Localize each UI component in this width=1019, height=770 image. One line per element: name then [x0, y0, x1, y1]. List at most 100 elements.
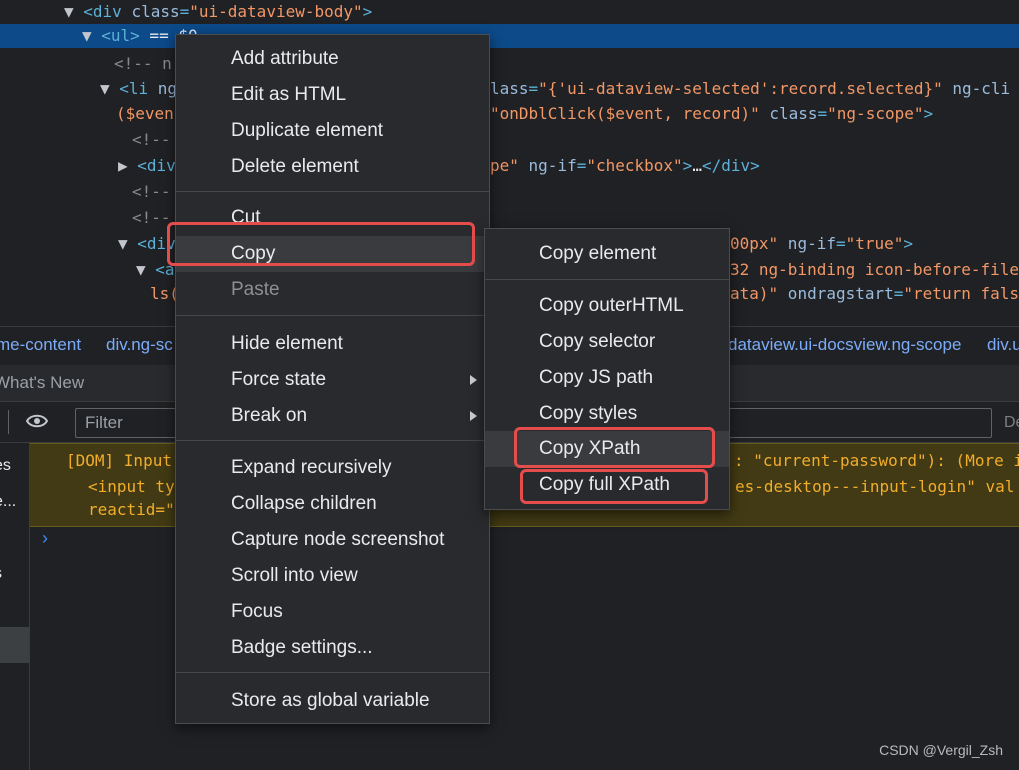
dom-token: <!-- n [114, 54, 172, 73]
menu-separator [176, 191, 489, 192]
menu-item-force-state[interactable]: Force state [176, 362, 489, 398]
watermark: CSDN @Vergil_Zsh [879, 742, 1003, 758]
menu-item-label: Capture node screenshot [231, 529, 445, 550]
menu-item-edit-as-html[interactable]: Edit as HTML [176, 77, 489, 113]
menu-item-delete-element[interactable]: Delete element [176, 149, 489, 185]
dom-line-text: 32 ng-binding icon-before-file [730, 258, 1019, 282]
dom-token: <li [119, 79, 158, 98]
dom-token: ▼ [64, 2, 84, 21]
menu-item-collapse-children[interactable]: Collapse children [176, 486, 489, 522]
menu-item-paste[interactable]: Paste [176, 272, 489, 308]
dom-token: pe" [490, 156, 519, 175]
menu-item-cut[interactable]: Cut [176, 200, 489, 236]
dom-line-text: ($even [116, 102, 174, 126]
menu-item-add-attribute[interactable]: Add attribute [176, 41, 489, 77]
dom-token: <ul> [101, 26, 140, 45]
dom-token: ($even [116, 104, 174, 123]
dom-token: 00px" [730, 234, 779, 253]
dom-token: ▶ [118, 156, 138, 175]
menu-item-capture-node-screenshot[interactable]: Capture node screenshot [176, 522, 489, 558]
menu-item-copy-element[interactable]: Copy element [485, 236, 729, 272]
dom-line[interactable]: <!-- n [0, 52, 1019, 76]
dom-token: ▼ [82, 26, 102, 45]
menu-item-label: Copy JS path [539, 367, 654, 388]
dom-line-text: ▼ <li ng [100, 77, 177, 101]
menu-item-focus[interactable]: Focus [176, 594, 489, 630]
menu-item-copy[interactable]: Copy [176, 236, 489, 272]
dom-line-text: <!-- [132, 128, 171, 152]
warning-text: es-desktop---input-login" val [735, 477, 1015, 496]
menu-item-label: Copy selector [539, 331, 656, 352]
menu-item-label: Copy full XPath [539, 474, 670, 495]
menu-item-copy-js-path[interactable]: Copy JS path [485, 360, 729, 396]
menu-item-expand-recursively[interactable]: Expand recursively [176, 450, 489, 486]
dom-line-text: <!-- [132, 180, 171, 204]
menu-item-copy-styles[interactable]: Copy styles [485, 396, 729, 432]
menu-item-copy-full-xpath[interactable]: Copy full XPath [485, 467, 729, 503]
dom-token: <div [137, 156, 176, 175]
dom-token: ▼ [136, 260, 156, 279]
toolbar-divider [8, 410, 9, 434]
dom-line[interactable]: ▼ <li ng lass="{'ui-dataview-selected':r… [0, 77, 1019, 101]
dom-token: <div [137, 234, 176, 253]
dom-token: = [893, 284, 904, 303]
menu-item-store-as-global-variable[interactable]: Store as global variable [176, 683, 489, 719]
sidebar-item[interactable]: e... [0, 493, 16, 511]
dom-token: = [817, 104, 828, 123]
menu-item-break-on[interactable]: Break on [176, 398, 489, 434]
dom-token: ng-cli [942, 79, 1011, 98]
dom-line-text: <!-- n [114, 52, 172, 76]
menu-item-copy-xpath[interactable]: Copy XPath [485, 431, 729, 467]
menu-item-label: Cut [231, 207, 261, 228]
breadcrumb-item[interactable]: dataview.ui-docsview.ng-scope [728, 335, 961, 355]
dom-line-text: "onDblClick($event, record)" class="ng-s… [490, 102, 933, 126]
breadcrumb-item[interactable]: div.ng-sc [106, 335, 173, 355]
dom-token: > [362, 2, 373, 21]
breadcrumb-item[interactable]: div.u [987, 335, 1019, 355]
menu-separator [176, 315, 489, 316]
console-prompt-icon[interactable]: › [42, 528, 48, 549]
menu-item-copy-selector[interactable]: Copy selector [485, 324, 729, 360]
sidebar-item[interactable]: es [0, 457, 11, 475]
menu-item-label: Add attribute [231, 48, 339, 69]
dom-token: ng-if [778, 234, 836, 253]
dom-token: class [131, 2, 180, 21]
dom-line[interactable]: ($even "onDblClick($event, record)" clas… [0, 102, 1019, 126]
dom-line[interactable]: <!-- [0, 128, 1019, 152]
sidebar-item-active[interactable] [0, 627, 29, 663]
menu-item-label: Scroll into view [231, 565, 358, 586]
dom-token: <div [83, 2, 132, 21]
dom-token: = [576, 156, 587, 175]
warning-text: : "current-password"): (More i [734, 451, 1019, 470]
menu-item-label: Force state [231, 369, 327, 390]
menu-item-copy-outerhtml[interactable]: Copy outerHTML [485, 288, 729, 324]
dom-line[interactable]: <!-- [0, 206, 1019, 230]
dom-line-text: ▼ <div [118, 232, 176, 256]
menu-item-duplicate-element[interactable]: Duplicate element [176, 113, 489, 149]
eye-icon[interactable] [26, 414, 48, 428]
dom-line-text: lass="{'ui-dataview-selected':record.sel… [490, 77, 1010, 101]
dom-line[interactable]: <!-- [0, 180, 1019, 204]
dom-line-text: ▼ <a [136, 258, 175, 282]
dom-token: = [528, 79, 539, 98]
menu-item-label: Break on [231, 405, 308, 426]
dom-line-selected[interactable]: ▼ <ul> == $0 [0, 24, 1019, 48]
context-menu: Add attribute Edit as HTML Duplicate ele… [175, 34, 490, 724]
dom-token: > [903, 234, 914, 253]
dom-token: ata)" [730, 284, 779, 303]
log-levels-dropdown[interactable]: De [1004, 414, 1019, 432]
menu-item-badge-settings[interactable]: Badge settings... [176, 630, 489, 666]
dom-token: <!-- [132, 182, 171, 201]
dom-token: "{'ui-dataview-selected':record.selected… [538, 79, 943, 98]
dom-line[interactable]: ▼ <div class="ui-dataview-body"> [0, 0, 1019, 24]
menu-item-label: Hide element [231, 333, 343, 354]
dom-line[interactable]: ▶ <div pe" ng-if="checkbox">…</div> [0, 154, 1019, 178]
tab-whats-new[interactable]: What's New [0, 373, 84, 393]
menu-item-scroll-into-view[interactable]: Scroll into view [176, 558, 489, 594]
dom-token: ondragstart [778, 284, 894, 303]
sidebar-item[interactable]: s [0, 565, 2, 583]
menu-item-hide-element[interactable]: Hide element [176, 326, 489, 362]
dom-token: <a [155, 260, 175, 279]
dom-token: 32 ng-binding icon-before-file [730, 260, 1019, 279]
breadcrumb-item[interactable]: me-content [0, 335, 81, 355]
